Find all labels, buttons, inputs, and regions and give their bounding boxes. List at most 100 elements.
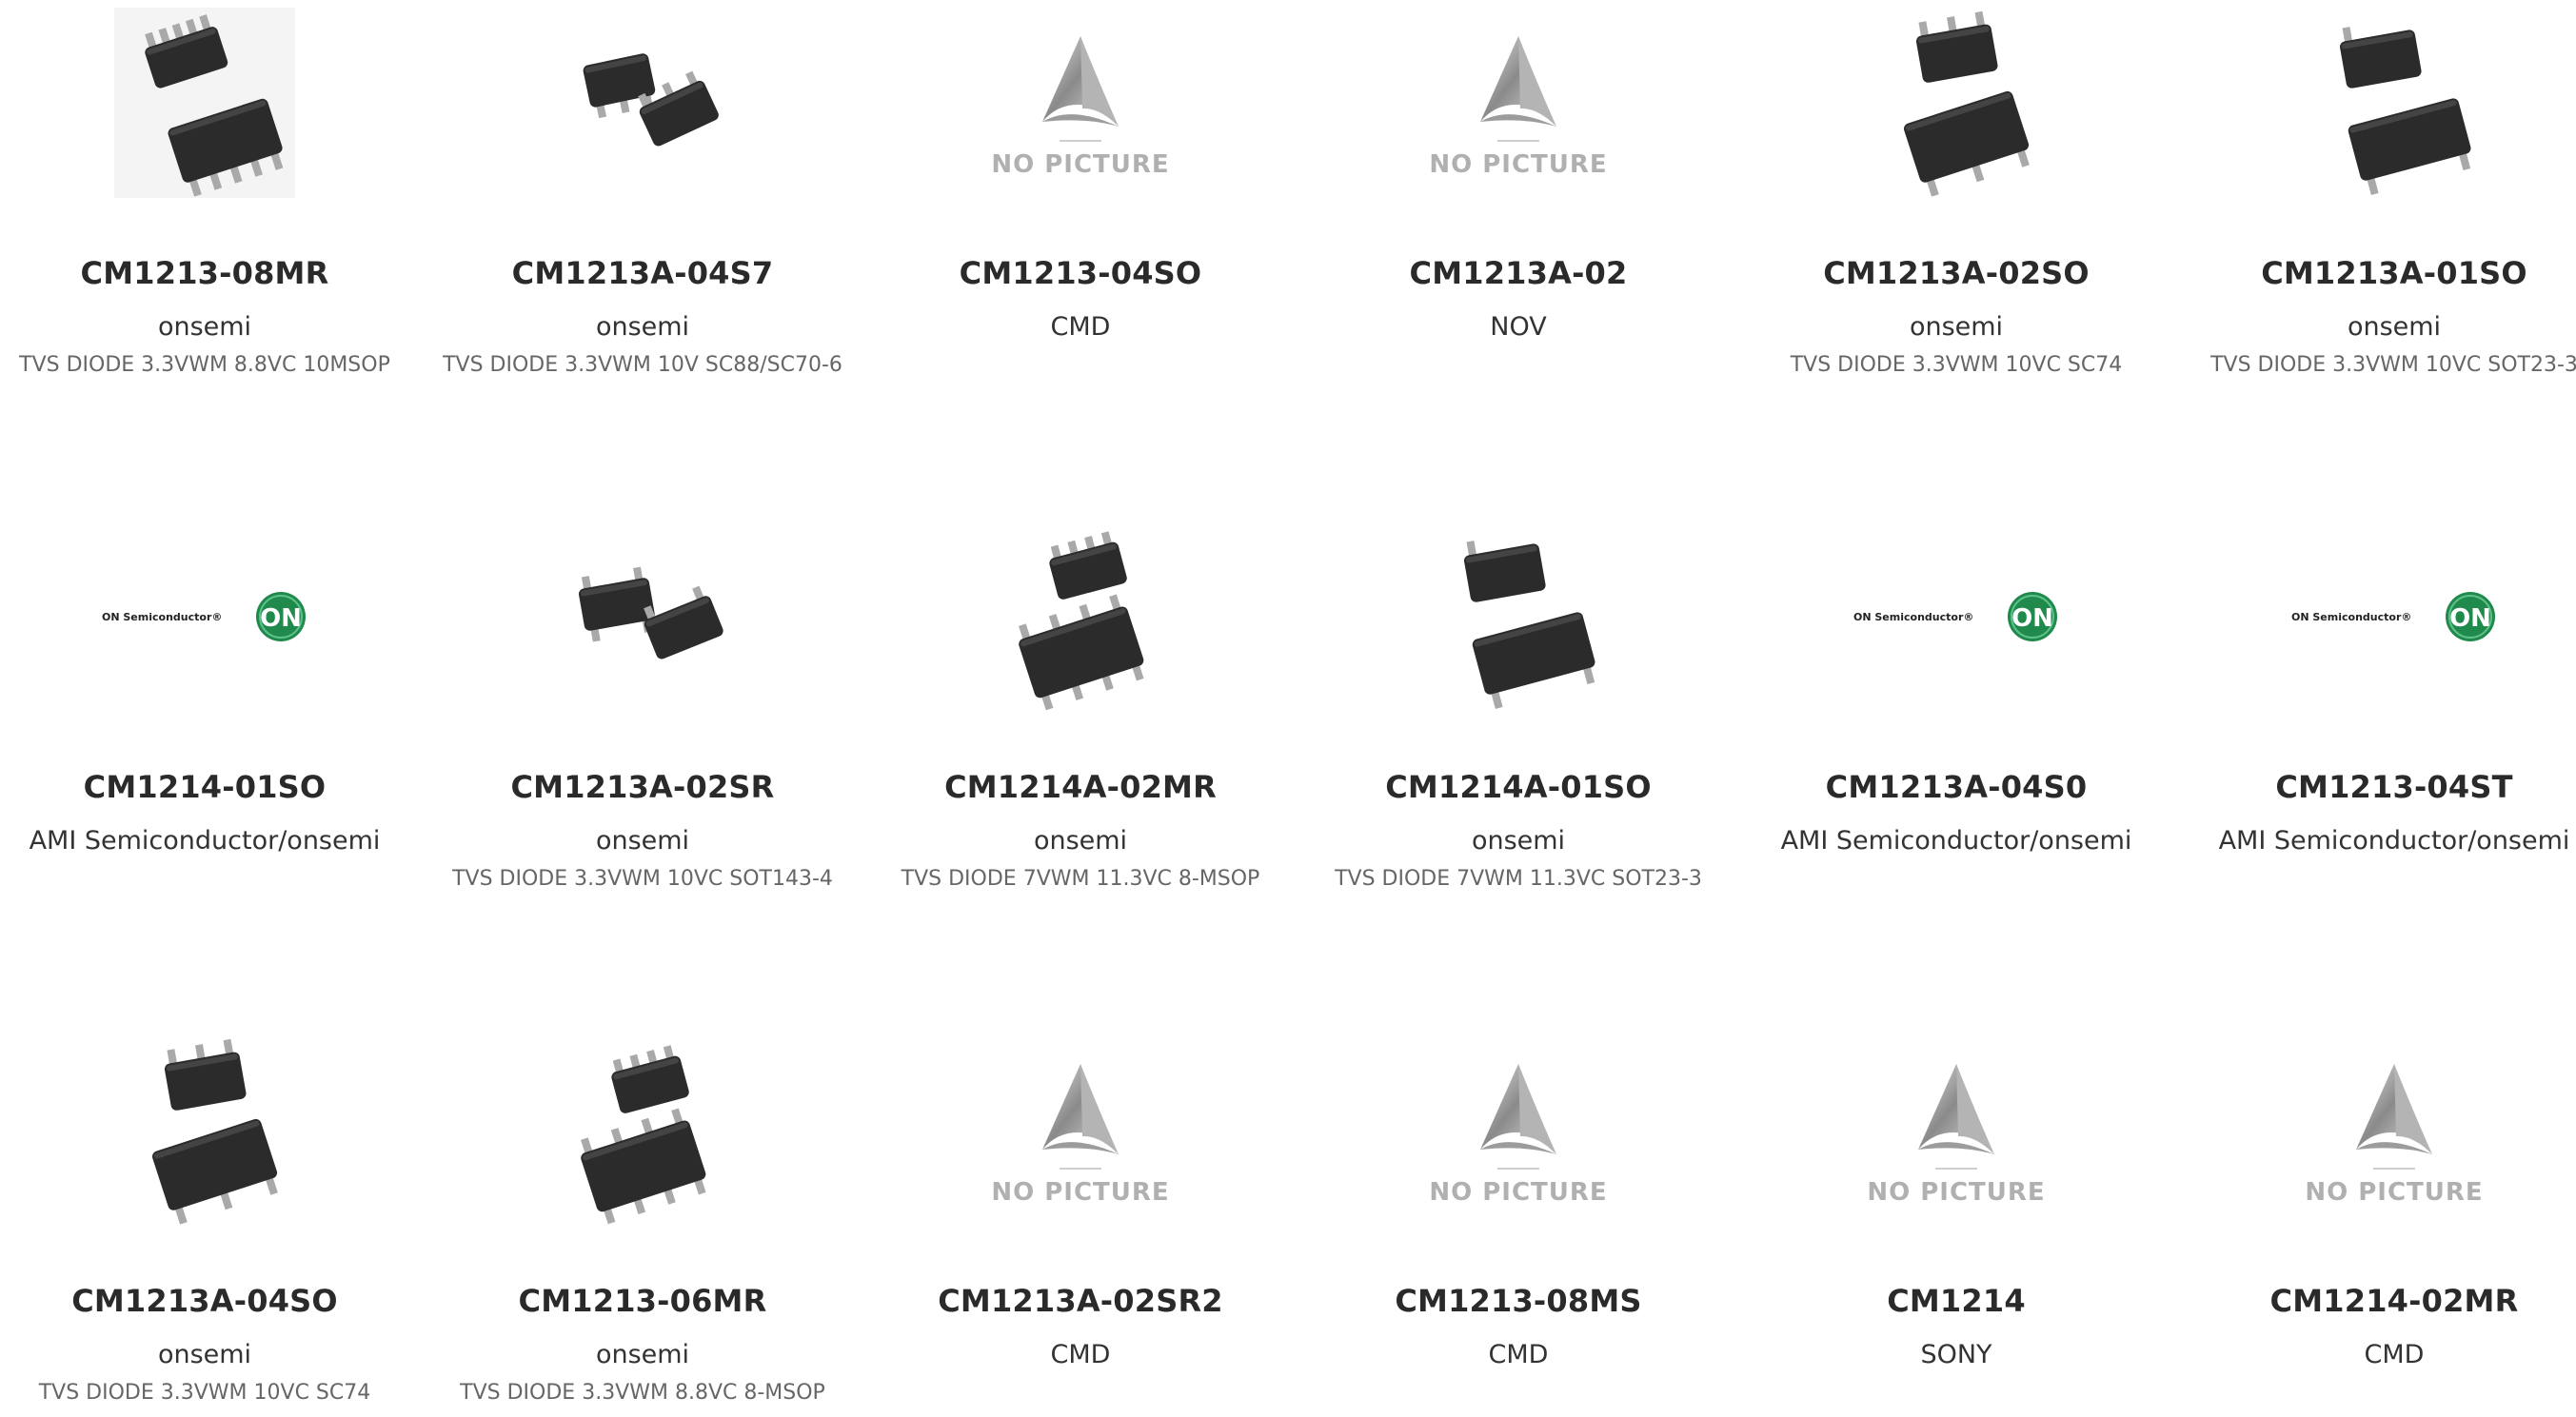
svg-text:NO PICTURE: NO PICTURE — [991, 150, 1169, 179]
product-thumbnail[interactable] — [424, 0, 862, 205]
part-number-link[interactable]: CM1214A-01SO — [1299, 768, 1737, 806]
product-card[interactable]: NO PICTURE CM1214-02MR CMD — [2175, 1028, 2576, 1371]
part-number-link[interactable]: CM1213-08MR — [0, 254, 424, 292]
product-thumbnail[interactable]: NO PICTURE — [862, 0, 1299, 205]
product-thumbnail[interactable]: NO PICTURE — [1299, 0, 1737, 205]
manufacturer-name: onsemi — [595, 1340, 690, 1369]
no-picture-icon: NO PICTURE — [2305, 1063, 2483, 1207]
on-semiconductor-logo: ON Semiconductor® ON — [1853, 591, 2057, 641]
svg-text:ON Semiconductor®: ON Semiconductor® — [2291, 611, 2411, 623]
product-thumbnail[interactable]: ON Semiconductor® ON — [2175, 514, 2576, 718]
svg-text:ON: ON — [2449, 604, 2491, 633]
svg-text:ON: ON — [2011, 604, 2053, 633]
on-semiconductor-logo: ON Semiconductor® ON — [102, 591, 306, 641]
no-picture-icon: NO PICTURE — [1429, 35, 1607, 179]
manufacturer-name: SONY — [1920, 1340, 1992, 1369]
part-number-link[interactable]: CM1213-04SO — [862, 254, 1299, 292]
manufacturer-name: AMI Semiconductor/onsemi — [1780, 826, 2132, 856]
part-number-link[interactable]: CM1213A-02SR — [424, 768, 862, 806]
manufacturer-name: CMD — [1050, 312, 1111, 342]
svg-text:ON: ON — [260, 604, 302, 633]
manufacturer-name: onsemi — [1471, 826, 1566, 856]
product-thumbnail[interactable] — [1299, 514, 1737, 718]
part-number-link[interactable]: CM1213A-04S7 — [424, 254, 862, 292]
svg-text:NO PICTURE: NO PICTURE — [1429, 1178, 1607, 1207]
no-picture-icon: NO PICTURE — [991, 1063, 1169, 1207]
sc74-package-icon — [1903, 10, 2030, 197]
msop8-package-icon — [581, 1044, 706, 1224]
manufacturer-name: onsemi — [1909, 312, 2004, 342]
product-card[interactable]: CM1213A-04S7 onsemi TVS DIODE 3.3VWM 10V S… — [424, 0, 862, 380]
no-picture-icon: NO PICTURE — [1429, 1063, 1607, 1207]
part-number-link[interactable]: CM1214-02MR — [2175, 1282, 2576, 1320]
part-number-link[interactable]: CM1213A-02 — [1299, 254, 1737, 292]
product-description: TVS DIODE 3.3VWM 8.8VC 10MSOP — [19, 353, 390, 377]
product-thumbnail[interactable] — [2175, 0, 2576, 205]
manufacturer-name: AMI Semiconductor/onsemi — [2218, 826, 2570, 856]
product-card[interactable]: CM1213A-01SO onsemi TVS DIODE 3.3VWM 10VC … — [2175, 0, 2576, 380]
manufacturer-name: onsemi — [2347, 312, 2442, 342]
part-number-link[interactable]: CM1213-06MR — [424, 1282, 862, 1320]
manufacturer-name: onsemi — [1033, 826, 1128, 856]
product-description: TVS DIODE 3.3VWM 10VC SC74 — [38, 1381, 371, 1405]
part-number-link[interactable]: CM1214 — [1737, 1282, 2175, 1320]
on-semiconductor-logo: ON Semiconductor® ON — [2291, 591, 2495, 641]
product-description: TVS DIODE 7VWM 11.3VC SOT23-3 — [1335, 867, 1702, 891]
product-card[interactable]: NO PICTURE CM1214 SONY — [1737, 1028, 2175, 1371]
part-number-link[interactable]: CM1213-04ST — [2175, 768, 2576, 806]
product-card[interactable]: ON Semiconductor® ON CM1214-01SO AMI Semi… — [0, 514, 424, 857]
product-card[interactable]: CM1214A-01SO onsemi TVS DIODE 7VWM 11.3VC … — [1299, 514, 1737, 894]
product-card[interactable]: ON Semiconductor® ON CM1213-04ST AMI Semi… — [2175, 514, 2576, 857]
part-number-link[interactable]: CM1213A-04S0 — [1737, 768, 2175, 806]
product-description: TVS DIODE 3.3VWM 10VC SC74 — [1790, 353, 2123, 377]
sot143-package-icon — [579, 566, 723, 659]
product-card[interactable]: CM1214A-02MR onsemi TVS DIODE 7VWM 11.3VC … — [862, 514, 1299, 894]
svg-text:NO PICTURE: NO PICTURE — [2305, 1178, 2483, 1207]
product-card[interactable]: CM1213A-04SO onsemi TVS DIODE 3.3VWM 10VC … — [0, 1028, 424, 1407]
product-card[interactable]: NO PICTURE CM1213-04SO CMD — [862, 0, 1299, 344]
sc70-package-icon — [583, 52, 719, 146]
product-card[interactable]: NO PICTURE CM1213-08MS CMD — [1299, 1028, 1737, 1371]
part-number-link[interactable]: CM1213A-04SO — [0, 1282, 424, 1320]
product-description: TVS DIODE 3.3VWM 10VC SOT23-3 — [2210, 353, 2576, 377]
msop-package-icon — [114, 7, 295, 198]
manufacturer-name: CMD — [1050, 1340, 1111, 1369]
product-card[interactable]: CM1213A-02SO onsemi TVS DIODE 3.3VWM 10VC … — [1737, 0, 2175, 380]
product-thumbnail[interactable]: NO PICTURE — [1299, 1028, 1737, 1232]
svg-text:ON Semiconductor®: ON Semiconductor® — [1853, 611, 1973, 623]
part-number-link[interactable]: CM1213A-02SO — [1737, 254, 2175, 292]
part-number-link[interactable]: CM1213-08MS — [1299, 1282, 1737, 1320]
product-card[interactable]: CM1213A-02SR onsemi TVS DIODE 3.3VWM 10VC … — [424, 514, 862, 894]
product-thumbnail[interactable]: NO PICTURE — [1737, 1028, 2175, 1232]
product-thumbnail[interactable]: ON Semiconductor® ON — [1737, 514, 2175, 718]
manufacturer-name: CMD — [1488, 1340, 1549, 1369]
part-number-link[interactable]: CM1214A-02MR — [862, 768, 1299, 806]
msop8-package-icon — [1019, 530, 1144, 710]
product-card[interactable]: CM1213-06MR onsemi TVS DIODE 3.3VWM 8.8VC … — [424, 1028, 862, 1407]
product-thumbnail[interactable]: NO PICTURE — [2175, 1028, 2576, 1232]
svg-text:ON Semiconductor®: ON Semiconductor® — [102, 611, 222, 623]
product-description: TVS DIODE 3.3VWM 8.8VC 8-MSOP — [460, 1381, 825, 1405]
product-card[interactable]: NO PICTURE CM1213A-02 NOV — [1299, 0, 1737, 344]
svg-text:NO PICTURE: NO PICTURE — [1867, 1178, 2045, 1207]
product-thumbnail[interactable]: NO PICTURE — [862, 1028, 1299, 1232]
manufacturer-name: onsemi — [157, 1340, 252, 1369]
product-card[interactable]: NO PICTURE CM1213A-02SR2 CMD — [862, 1028, 1299, 1371]
part-number-link[interactable]: CM1213A-01SO — [2175, 254, 2576, 292]
part-number-link[interactable]: CM1214-01SO — [0, 768, 424, 806]
manufacturer-name: onsemi — [595, 312, 690, 342]
product-thumbnail[interactable] — [424, 1028, 862, 1232]
product-card[interactable]: ON Semiconductor® ON CM1213A-04S0 AMI Sem… — [1737, 514, 2175, 857]
product-thumbnail[interactable] — [862, 514, 1299, 718]
manufacturer-name: AMI Semiconductor/onsemi — [29, 826, 381, 856]
product-thumbnail[interactable] — [0, 0, 424, 205]
part-number-link[interactable]: CM1213A-02SR2 — [862, 1282, 1299, 1320]
product-description: TVS DIODE 3.3VWM 10VC SOT143-4 — [452, 867, 833, 891]
manufacturer-name: NOV — [1490, 312, 1547, 342]
product-thumbnail[interactable] — [0, 1028, 424, 1232]
product-thumbnail[interactable]: ON Semiconductor® ON — [0, 514, 424, 718]
product-card[interactable]: CM1213-08MR onsemi TVS DIODE 3.3VWM 8.8VC … — [0, 0, 424, 380]
product-thumbnail[interactable] — [424, 514, 862, 718]
sot23-package-icon — [2340, 26, 2471, 195]
product-thumbnail[interactable] — [1737, 0, 2175, 205]
